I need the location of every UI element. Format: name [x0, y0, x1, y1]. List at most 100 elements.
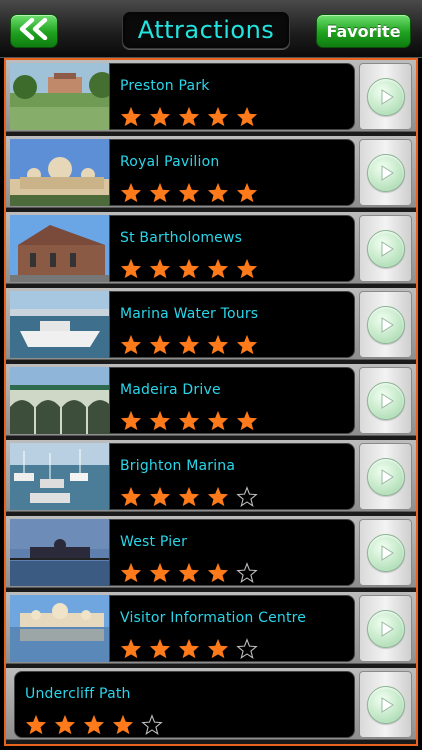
- star-filled-icon: [174, 561, 203, 583]
- star-filled-icon: [145, 105, 174, 127]
- star-filled-icon: [174, 485, 203, 507]
- play-arrow-icon: [366, 609, 405, 648]
- attraction-info: Madeira Drive: [109, 367, 355, 434]
- favorite-button[interactable]: Favorite: [316, 14, 411, 48]
- play-arrow-icon: [366, 153, 405, 192]
- attraction-thumbnail: [10, 291, 113, 358]
- star-filled-icon: [116, 409, 145, 431]
- detail-button[interactable]: [359, 519, 412, 586]
- star-filled-icon: [174, 105, 203, 127]
- star-filled-icon: [145, 485, 174, 507]
- detail-button[interactable]: [359, 671, 412, 738]
- rating-stars: [116, 637, 261, 659]
- star-filled-icon: [145, 409, 174, 431]
- star-filled-icon: [145, 637, 174, 659]
- attraction-thumbnail: [10, 519, 113, 586]
- attraction-info: Brighton Marina: [109, 443, 355, 510]
- star-filled-icon: [79, 713, 108, 735]
- list-item[interactable]: Madeira Drive: [6, 364, 416, 436]
- attraction-info: Undercliff Path: [14, 671, 355, 738]
- attraction-name: Royal Pavilion: [120, 154, 220, 170]
- play-arrow-icon: [366, 305, 405, 344]
- list-item[interactable]: St Bartholomews: [6, 212, 416, 284]
- top-bar: Attractions Favorite: [0, 0, 422, 58]
- star-filled-icon: [116, 485, 145, 507]
- detail-button[interactable]: [359, 291, 412, 358]
- star-filled-icon: [116, 105, 145, 127]
- star-filled-icon: [145, 257, 174, 279]
- attraction-name: Visitor Information Centre: [120, 610, 307, 626]
- detail-button[interactable]: [359, 215, 412, 282]
- star-filled-icon: [116, 181, 145, 203]
- rating-stars: [116, 257, 261, 279]
- attraction-info: St Bartholomews: [109, 215, 355, 282]
- list-item[interactable]: Brighton Marina: [6, 440, 416, 512]
- star-filled-icon: [203, 105, 232, 127]
- back-button[interactable]: [10, 14, 58, 48]
- attraction-info: Visitor Information Centre: [109, 595, 355, 662]
- detail-button[interactable]: [359, 443, 412, 510]
- star-filled-icon: [174, 409, 203, 431]
- star-filled-icon: [232, 409, 261, 431]
- list-item[interactable]: Marina Water Tours: [6, 288, 416, 360]
- star-empty-icon: [137, 713, 166, 735]
- star-filled-icon: [21, 713, 50, 735]
- star-filled-icon: [108, 713, 137, 735]
- play-arrow-icon: [366, 533, 405, 572]
- star-empty-icon: [232, 637, 261, 659]
- star-filled-icon: [145, 561, 174, 583]
- attraction-name: Brighton Marina: [120, 458, 236, 474]
- play-arrow-icon: [366, 77, 405, 116]
- star-filled-icon: [174, 181, 203, 203]
- star-filled-icon: [203, 181, 232, 203]
- list-item[interactable]: Visitor Information Centre: [6, 592, 416, 664]
- star-filled-icon: [203, 409, 232, 431]
- star-filled-icon: [116, 257, 145, 279]
- attractions-list[interactable]: Preston Park Royal Pavilion St Bartholom…: [4, 58, 418, 746]
- star-filled-icon: [232, 181, 261, 203]
- attraction-info: West Pier: [109, 519, 355, 586]
- star-filled-icon: [174, 637, 203, 659]
- star-filled-icon: [203, 637, 232, 659]
- detail-button[interactable]: [359, 139, 412, 206]
- attraction-info: Preston Park: [109, 63, 355, 130]
- list-item[interactable]: Undercliff Path: [6, 668, 416, 740]
- attraction-info: Royal Pavilion: [109, 139, 355, 206]
- attraction-name: West Pier: [120, 534, 188, 550]
- rating-stars: [116, 561, 261, 583]
- attraction-name: Marina Water Tours: [120, 306, 259, 322]
- rating-stars: [21, 713, 166, 735]
- attraction-name: Madeira Drive: [120, 382, 221, 398]
- attraction-thumbnail: [10, 595, 113, 662]
- attraction-thumbnail: [10, 443, 113, 510]
- detail-button[interactable]: [359, 367, 412, 434]
- star-filled-icon: [145, 181, 174, 203]
- attraction-thumbnail: [10, 215, 113, 282]
- star-filled-icon: [116, 561, 145, 583]
- attraction-name: Undercliff Path: [25, 686, 131, 702]
- star-filled-icon: [203, 485, 232, 507]
- star-filled-icon: [203, 561, 232, 583]
- play-arrow-icon: [366, 381, 405, 420]
- attraction-thumbnail: [10, 367, 113, 434]
- attraction-name: Preston Park: [120, 78, 210, 94]
- rating-stars: [116, 409, 261, 431]
- play-arrow-icon: [366, 685, 405, 724]
- star-filled-icon: [174, 333, 203, 355]
- double-chevron-left-icon: [17, 17, 51, 44]
- list-item[interactable]: West Pier: [6, 516, 416, 588]
- attraction-info: Marina Water Tours: [109, 291, 355, 358]
- star-filled-icon: [232, 105, 261, 127]
- list-item[interactable]: Royal Pavilion: [6, 136, 416, 208]
- detail-button[interactable]: [359, 595, 412, 662]
- star-filled-icon: [116, 333, 145, 355]
- play-arrow-icon: [366, 229, 405, 268]
- star-filled-icon: [203, 333, 232, 355]
- list-item[interactable]: Preston Park: [6, 60, 416, 132]
- star-filled-icon: [50, 713, 79, 735]
- detail-button[interactable]: [359, 63, 412, 130]
- star-filled-icon: [232, 257, 261, 279]
- rating-stars: [116, 105, 261, 127]
- rating-stars: [116, 181, 261, 203]
- star-empty-icon: [232, 485, 261, 507]
